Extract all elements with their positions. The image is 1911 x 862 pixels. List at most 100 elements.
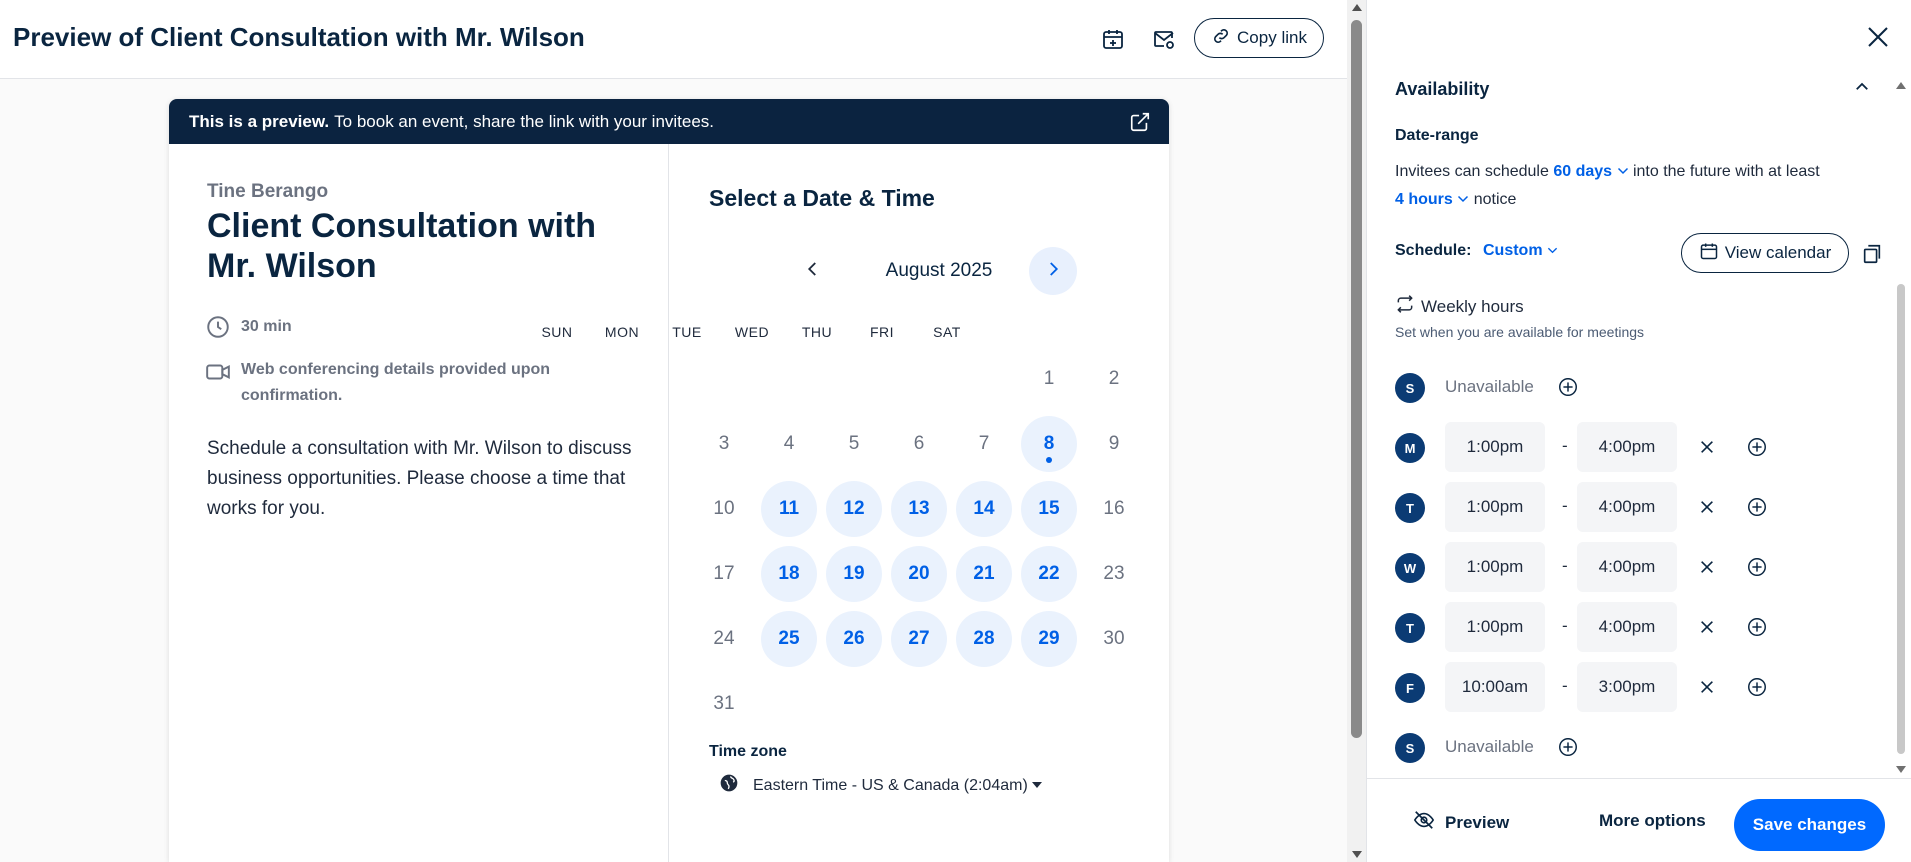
repeat-icon	[1395, 294, 1415, 319]
conferencing-text: Web conferencing details provided upon c…	[241, 361, 551, 404]
end-time-input[interactable]: 3:00pm	[1577, 662, 1677, 712]
preview-toggle-button[interactable]: Preview	[1413, 809, 1509, 836]
booking-card: This is a preview. To book an event, sha…	[169, 99, 1169, 862]
calendar-day-available[interactable]: 21	[956, 546, 1012, 602]
start-time-input[interactable]: 1:00pm	[1445, 422, 1545, 472]
range-prefix: Invitees can schedule	[1395, 163, 1549, 180]
save-changes-button[interactable]: Save changes	[1734, 799, 1885, 851]
calendar-day: 17	[696, 546, 752, 602]
add-to-calendar-icon[interactable]	[1099, 25, 1127, 53]
day-number: 14	[973, 498, 995, 519]
chevron-down-icon	[1457, 191, 1469, 208]
banner-bold-text: This is a preview.	[189, 111, 330, 131]
email-settings-icon[interactable]	[1150, 25, 1178, 53]
add-interval-icon[interactable]	[1745, 615, 1769, 639]
remove-interval-icon[interactable]	[1695, 615, 1719, 639]
host-name: Tine Berango	[207, 181, 329, 202]
start-time-input[interactable]: 1:00pm	[1445, 482, 1545, 532]
calendar-day-available[interactable]: 15	[1021, 481, 1077, 537]
panel-scrollbar[interactable]	[1891, 78, 1911, 778]
scroll-up-arrow-icon[interactable]	[1352, 4, 1362, 11]
range-days-dropdown[interactable]: 60 days	[1553, 163, 1633, 180]
day-number: 8	[1043, 433, 1055, 454]
calendar-day-available[interactable]: 13	[891, 481, 947, 537]
globe-icon	[719, 773, 739, 798]
copy-icon[interactable]	[1861, 243, 1883, 270]
availability-heading: Availability	[1395, 79, 1490, 99]
calendar-day: 3	[696, 416, 752, 472]
schedule-value: Custom	[1483, 242, 1543, 259]
add-interval-icon[interactable]	[1745, 675, 1769, 699]
add-interval-icon[interactable]	[1556, 375, 1580, 399]
start-time-input[interactable]: 1:00pm	[1445, 542, 1545, 592]
add-interval-icon[interactable]	[1556, 735, 1580, 759]
preview-label: Preview	[1445, 812, 1510, 832]
calendar-day-available[interactable]: 12	[826, 481, 882, 537]
calendar-day-available[interactable]: 11	[761, 481, 817, 537]
chevron-up-icon[interactable]	[1853, 78, 1871, 101]
calendar-day-available[interactable]: 25	[761, 611, 817, 667]
open-external-icon[interactable]	[1129, 111, 1151, 138]
calendar-day-available[interactable]: 14	[956, 481, 1012, 537]
weekday-label: SUN	[541, 324, 573, 340]
close-button[interactable]	[1863, 24, 1893, 54]
day-badge: T	[1395, 493, 1425, 523]
event-description: Schedule a consultation with Mr. Wilson …	[207, 438, 632, 519]
notice-dropdown[interactable]: 4 hours	[1395, 191, 1474, 208]
date-range-heading: Date-range	[1395, 127, 1479, 144]
calendar-day-available[interactable]: 26	[826, 611, 882, 667]
select-date-heading: Select a Date & Time	[709, 185, 935, 211]
day-badge: F	[1395, 673, 1425, 703]
calendar-day-available[interactable]: 19	[826, 546, 882, 602]
timezone-value: Eastern Time - US & Canada (2:04am)	[753, 776, 1028, 794]
day-badge: S	[1395, 373, 1425, 403]
day-number: 25	[778, 628, 800, 649]
start-time-input[interactable]: 1:00pm	[1445, 602, 1545, 652]
weekly-hours-row: T 1:00pm -4:00pm	[1395, 482, 1855, 532]
notice-value: 4 hours	[1395, 191, 1453, 208]
calendar-day-available[interactable]: 18	[761, 546, 817, 602]
remove-interval-icon[interactable]	[1695, 675, 1719, 699]
view-calendar-button[interactable]: View calendar	[1681, 233, 1849, 273]
calendar-day-available[interactable]: 29	[1021, 611, 1077, 667]
more-options-button[interactable]: More options	[1599, 811, 1706, 831]
schedule-dropdown[interactable]: Custom	[1483, 242, 1558, 260]
calendar-day: 4	[761, 416, 817, 472]
close-icon	[1866, 25, 1890, 54]
calendar-day-available[interactable]: 28	[956, 611, 1012, 667]
day-number: 18	[778, 563, 800, 584]
end-time-input[interactable]: 4:00pm	[1577, 542, 1677, 592]
unavailable-label: Unavailable	[1445, 737, 1534, 756]
copy-link-button[interactable]: Copy link	[1194, 18, 1324, 58]
scroll-down-arrow-icon[interactable]	[1352, 851, 1362, 858]
scrollbar-thumb[interactable]	[1351, 20, 1362, 738]
scroll-down-arrow-icon[interactable]	[1896, 766, 1906, 773]
day-number: 6	[913, 433, 925, 454]
scroll-up-arrow-icon[interactable]	[1896, 82, 1906, 89]
end-time-input[interactable]: 4:00pm	[1577, 482, 1677, 532]
remove-interval-icon[interactable]	[1695, 555, 1719, 579]
page-title: Preview of Client Consultation with Mr. …	[13, 22, 585, 52]
scrollbar-thumb[interactable]	[1897, 284, 1905, 754]
previous-month-button[interactable]	[789, 247, 837, 295]
start-time-input[interactable]: 10:00am	[1445, 662, 1545, 712]
next-month-button[interactable]	[1029, 247, 1077, 295]
add-interval-icon[interactable]	[1745, 555, 1769, 579]
end-time-input[interactable]: 4:00pm	[1577, 602, 1677, 652]
calendar-day-available[interactable]: 8	[1021, 416, 1077, 472]
preview-scrollbar[interactable]	[1347, 0, 1367, 862]
weekly-hours-row: W 1:00pm -4:00pm	[1395, 542, 1855, 592]
calendar-day-available[interactable]: 20	[891, 546, 947, 602]
add-interval-icon[interactable]	[1745, 435, 1769, 459]
remove-interval-icon[interactable]	[1695, 495, 1719, 519]
time-separator: -	[1562, 436, 1568, 455]
day-number: 10	[713, 498, 735, 519]
day-number: 20	[908, 563, 930, 584]
end-time-input[interactable]: 4:00pm	[1577, 422, 1677, 472]
calendar-day-available[interactable]: 27	[891, 611, 947, 667]
calendar-day-available[interactable]: 22	[1021, 546, 1077, 602]
add-interval-icon[interactable]	[1745, 495, 1769, 519]
timezone-selector[interactable]: Eastern Time - US & Canada (2:04am)	[719, 773, 1042, 798]
day-number: 4	[783, 433, 795, 454]
remove-interval-icon[interactable]	[1695, 435, 1719, 459]
